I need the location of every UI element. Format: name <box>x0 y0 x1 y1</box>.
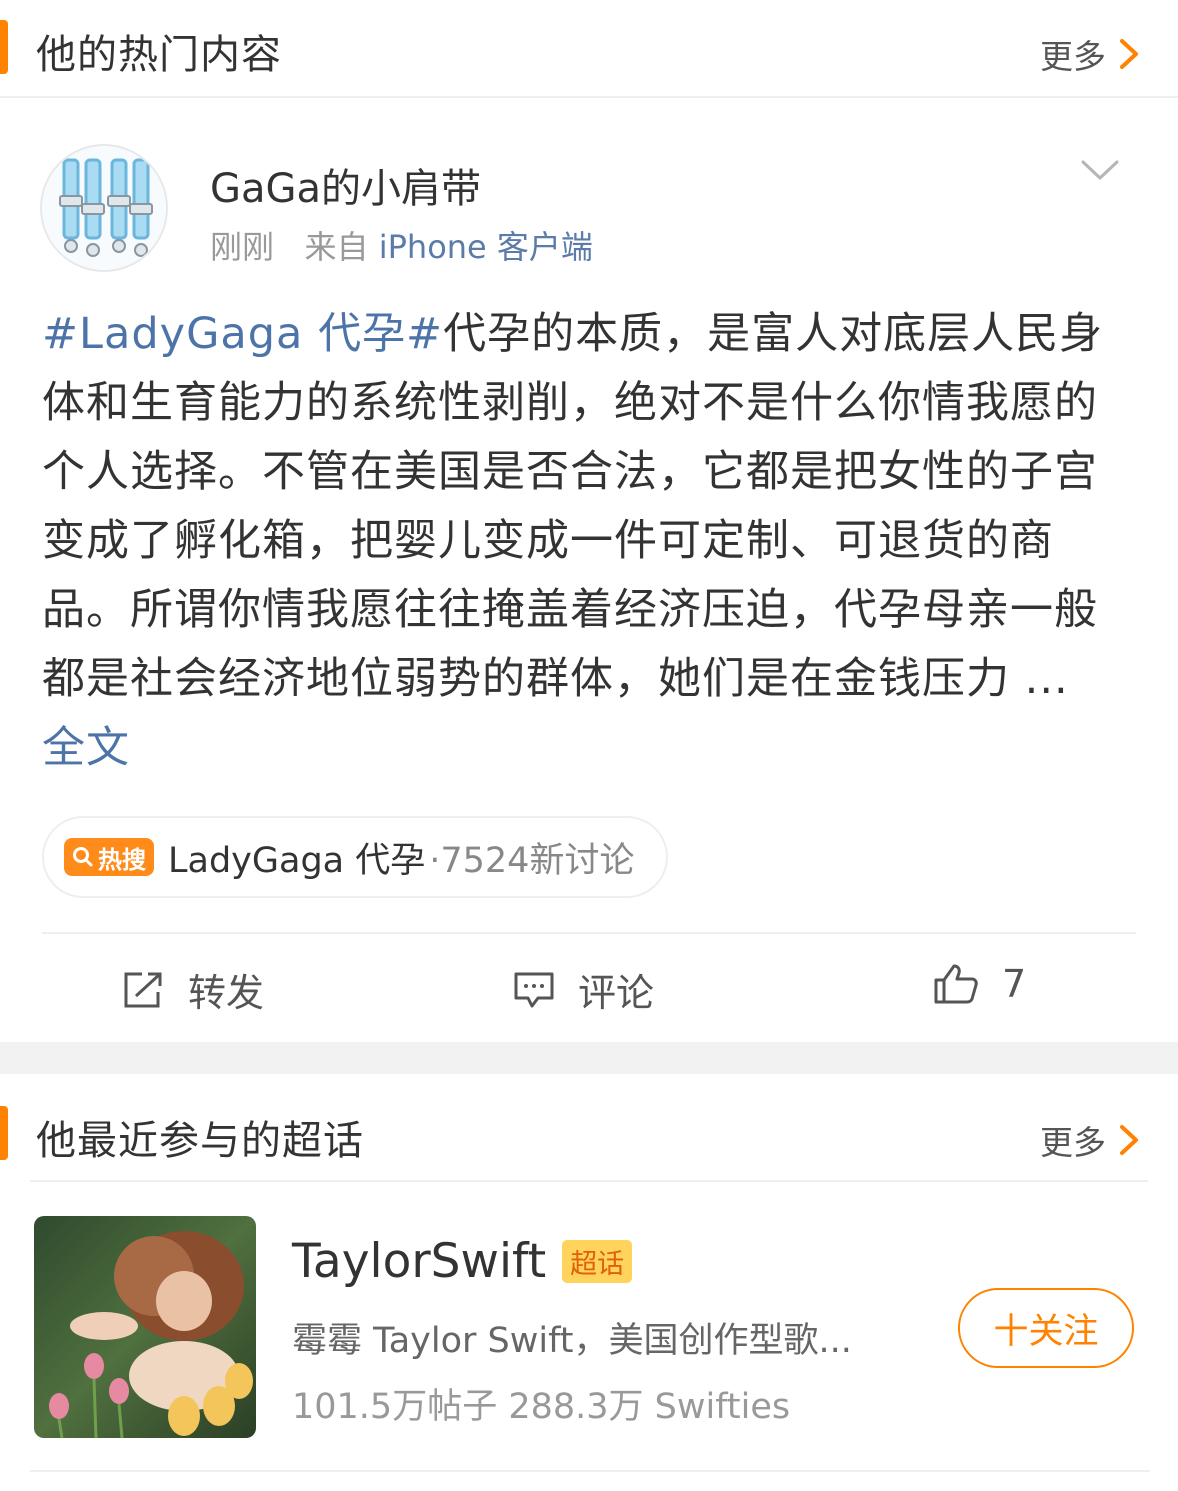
more-label: 更多 <box>1040 1123 1106 1162</box>
comment-button[interactable]: 评论 <box>512 962 654 1017</box>
comment-icon <box>514 972 554 1007</box>
share-icon <box>124 972 162 1007</box>
topic-stats: 101.5万帖子 288.3万 Swifties <box>292 1387 791 1427</box>
post-text: #LadyGaga 代孕#代孕的本质，是富人对底层人民身体和生育能力的系统性剥削… <box>42 300 1122 783</box>
search-icon <box>73 847 93 867</box>
post-meta: 刚刚 来自 iPhone 客户端 <box>210 222 593 268</box>
thumbs-up-icon <box>934 964 978 1004</box>
topic-cover-image[interactable] <box>34 1216 256 1438</box>
post-time: 刚刚 <box>210 228 275 266</box>
topic-name-text: TaylorSwift <box>292 1234 547 1289</box>
follow-button[interactable]: 十关注 <box>958 1288 1134 1368</box>
comment-label: 评论 <box>578 971 655 1015</box>
divider <box>42 932 1136 934</box>
repost-button[interactable]: 转发 <box>122 962 264 1017</box>
username[interactable]: GaGa的小肩带 <box>210 156 481 214</box>
chevron-down-icon[interactable] <box>1080 158 1120 184</box>
post-actions: 转发 评论 7 <box>0 936 1178 1040</box>
section-title: 他最近参与的超话 <box>36 1118 364 1164</box>
avatar[interactable] <box>40 144 168 272</box>
hot-search-name: LadyGaga 代孕 <box>168 840 426 881</box>
section-accent-bar <box>0 1106 8 1160</box>
full-text-link[interactable]: 全文 <box>42 723 130 773</box>
hot-search-pill[interactable]: 热搜 LadyGaga 代孕 ·7524新讨论 <box>42 816 669 898</box>
super-topic-badge: 超话 <box>562 1240 633 1283</box>
section-accent-bar <box>0 20 8 74</box>
more-link[interactable]: 更多 <box>1040 30 1142 78</box>
more-label: 更多 <box>1040 37 1106 76</box>
topic-description: 霉霉 Taylor Swift，美国创作型歌... <box>292 1321 852 1361</box>
source-app[interactable]: iPhone 客户端 <box>379 228 593 266</box>
more-link[interactable]: 更多 <box>1040 1116 1142 1164</box>
post-body: 代孕的本质，是富人对底层人民身体和生育能力的系统性剥削，绝对不是什么你情我愿的个… <box>42 309 1104 704</box>
section-title: 他的热门内容 <box>36 32 282 78</box>
divider <box>30 1470 1150 1472</box>
chevron-right-icon <box>1116 37 1142 71</box>
repost-label: 转发 <box>188 971 265 1015</box>
hot-content-header: 他的热门内容 更多 <box>0 0 1178 96</box>
super-topics-header: 他最近参与的超话 更多 <box>0 1086 1178 1182</box>
hot-search-count: ·7524新讨论 <box>429 840 635 881</box>
hot-search-badge: 热搜 <box>64 838 154 876</box>
topic-card[interactable]: TaylorSwift 超话 霉霉 Taylor Swift，美国创作型歌...… <box>30 1182 1150 1472</box>
source-prefix: 来自 <box>304 228 369 266</box>
hot-search-badge-label: 热搜 <box>98 845 146 874</box>
section-gap <box>0 1042 1178 1074</box>
like-count: 7 <box>1002 962 1027 1006</box>
post-card: GaGa的小肩带 刚刚 来自 iPhone 客户端 #LadyGaga 代孕#代… <box>0 100 1178 1042</box>
topic-name[interactable]: TaylorSwift 超话 <box>292 1234 633 1289</box>
chevron-right-icon <box>1116 1123 1142 1157</box>
like-button[interactable]: 7 <box>932 962 1026 1006</box>
hashtag-link[interactable]: #LadyGaga 代孕# <box>42 309 443 359</box>
divider <box>0 96 1178 98</box>
